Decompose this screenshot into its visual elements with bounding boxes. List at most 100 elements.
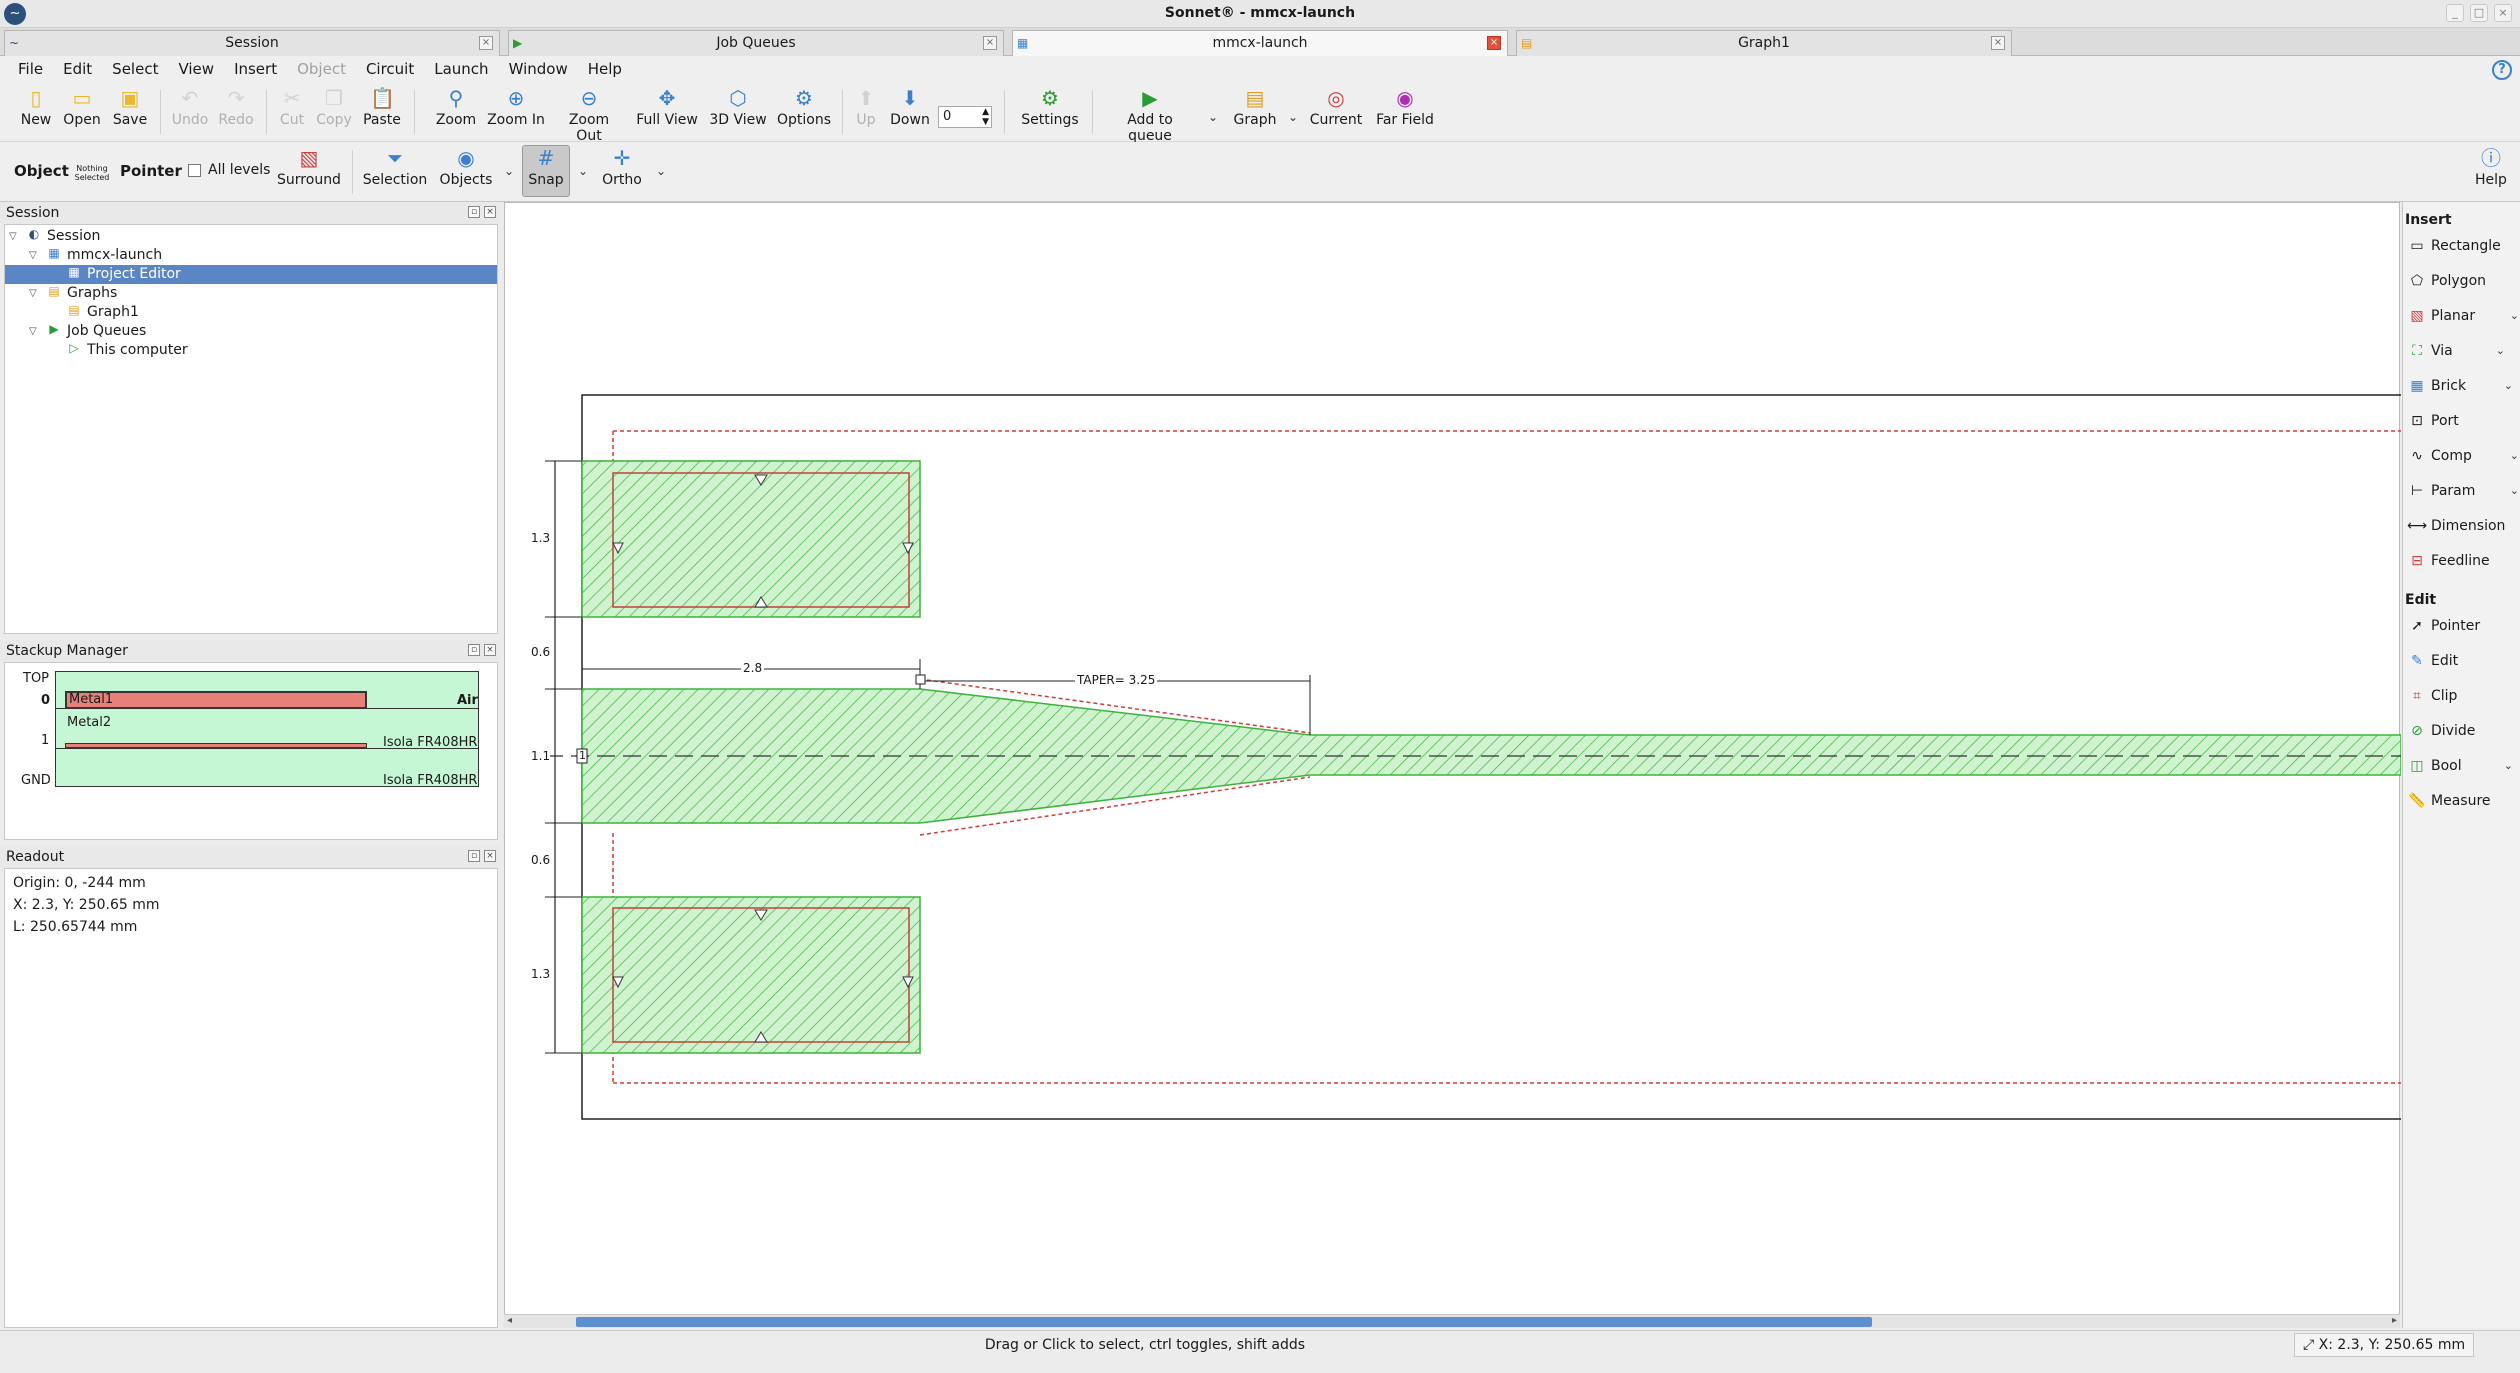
- copy-button[interactable]: ❐ Copy: [314, 86, 354, 128]
- options-button[interactable]: ⚙ Options: [776, 86, 832, 128]
- save-button[interactable]: ▣ Save: [108, 86, 152, 128]
- insert-port-button[interactable]: ⊡ Port: [2407, 407, 2519, 435]
- expand-arrow-icon[interactable]: ▽: [9, 227, 19, 246]
- tree-item-graphs[interactable]: ▽ ▤ Graphs: [5, 284, 497, 303]
- horizontal-scrollbar[interactable]: ◂ ▸: [504, 1314, 2400, 1328]
- ortho-button[interactable]: ✛ Ortho: [596, 146, 648, 188]
- ortho-dropdown-icon[interactable]: ⌄: [656, 164, 666, 178]
- close-icon[interactable]: ×: [2494, 4, 2512, 22]
- tab-close-icon[interactable]: ×: [1991, 36, 2005, 50]
- zoom-in-button[interactable]: ⊕ Zoom In: [486, 86, 546, 128]
- close-panel-icon[interactable]: ×: [484, 206, 496, 218]
- edit-measure-button[interactable]: 📏 Measure: [2407, 787, 2519, 815]
- menu-insert[interactable]: Insert: [224, 60, 287, 78]
- menu-select[interactable]: Select: [102, 60, 168, 78]
- insert-rectangle-button[interactable]: ▭ Rectangle: [2407, 232, 2519, 260]
- menu-help[interactable]: Help: [578, 60, 632, 78]
- maximize-icon[interactable]: □: [2470, 4, 2488, 22]
- menu-launch[interactable]: Launch: [424, 60, 498, 78]
- new-button[interactable]: ▯ New: [14, 86, 58, 128]
- close-panel-icon[interactable]: ×: [484, 644, 496, 656]
- scroll-right-icon[interactable]: ▸: [2392, 1315, 2397, 1326]
- snap-dropdown-icon[interactable]: ⌄: [578, 164, 588, 178]
- undo-button[interactable]: ↶ Undo: [168, 86, 212, 128]
- insert-param-button[interactable]: ⊢ Param ⌄: [2407, 477, 2519, 505]
- menu-edit[interactable]: Edit: [53, 60, 102, 78]
- current-button[interactable]: ◎ Current: [1308, 86, 1364, 128]
- add-to-queue-button[interactable]: ▶ Add to queue: [1104, 86, 1196, 144]
- insert-polygon-button[interactable]: ⬠ Polygon: [2407, 267, 2519, 295]
- layout-canvas[interactable]: 1.3 0.6 1.1 0.6 1.3 2.8 TAPER= 3.25 1: [504, 202, 2401, 1328]
- tab-close-icon[interactable]: ×: [1487, 36, 1501, 50]
- graph-button[interactable]: ▤ Graph: [1230, 86, 1280, 128]
- tree-item-mmcx-launch[interactable]: ▽ ▦ mmcx-launch: [5, 246, 497, 265]
- metal1-layer[interactable]: Metal1: [65, 691, 367, 709]
- surround-button[interactable]: ▧ Surround: [276, 146, 342, 188]
- menu-circuit[interactable]: Circuit: [356, 60, 424, 78]
- float-panel-icon[interactable]: ▫: [468, 206, 480, 218]
- all-levels-checkbox[interactable]: [188, 164, 201, 177]
- 3d-view-button[interactable]: ⬡ 3D View: [708, 86, 768, 128]
- selection-filter-button[interactable]: ⏷ Selection: [360, 146, 430, 188]
- tab-job-queues[interactable]: ▶ Job Queues ×: [508, 30, 1004, 56]
- metal2-layer[interactable]: [65, 743, 367, 748]
- insert-dimension-button[interactable]: ⟷ Dimension: [2407, 512, 2519, 540]
- tab-graph1[interactable]: ▤ Graph1 ×: [1516, 30, 2012, 56]
- insert-feedline-button[interactable]: ⊟ Feedline: [2407, 547, 2519, 575]
- brick-dropdown-icon[interactable]: ⌄: [2504, 372, 2513, 400]
- edit-bool-button[interactable]: ◫ Bool ⌄: [2407, 752, 2519, 780]
- param-dropdown-icon[interactable]: ⌄: [2510, 477, 2519, 505]
- expand-arrow-icon[interactable]: ▽: [29, 246, 39, 265]
- tree-item-project-editor[interactable]: ▦ Project Editor: [5, 265, 497, 284]
- tab-mmcx-launch[interactable]: ▦ mmcx-launch ×: [1012, 30, 1508, 56]
- tree-item-job-queues[interactable]: ▽ ▶ Job Queues: [5, 322, 497, 341]
- graph-dropdown-icon[interactable]: ⌄: [1288, 110, 1298, 124]
- minimize-icon[interactable]: _: [2446, 4, 2464, 22]
- paste-button[interactable]: 📋 Paste: [358, 86, 406, 128]
- help-question-icon[interactable]: ?: [2492, 60, 2512, 80]
- level-spinbox[interactable]: 0 ▲ ▼: [938, 106, 992, 128]
- objects-dropdown-icon[interactable]: ⌄: [504, 164, 514, 178]
- tab-close-icon[interactable]: ×: [983, 36, 997, 50]
- planar-dropdown-icon[interactable]: ⌄: [2510, 302, 2519, 330]
- tree-item-session[interactable]: ▽ ◐ Session: [5, 227, 497, 246]
- menu-object[interactable]: Object: [287, 60, 356, 78]
- insert-comp-button[interactable]: ∿ Comp ⌄: [2407, 442, 2519, 470]
- zoom-button[interactable]: ⚲ Zoom: [434, 86, 478, 128]
- close-panel-icon[interactable]: ×: [484, 850, 496, 862]
- up-button[interactable]: ⬆ Up: [848, 86, 884, 128]
- cut-button[interactable]: ✂ Cut: [272, 86, 312, 128]
- far-field-button[interactable]: ◉ Far Field: [1370, 86, 1440, 128]
- insert-brick-button[interactable]: ▦ Brick ⌄: [2407, 372, 2519, 400]
- expand-arrow-icon[interactable]: ▽: [29, 322, 39, 341]
- tree-item-this-computer[interactable]: ▷ This computer: [5, 341, 497, 360]
- zoom-out-button[interactable]: ⊖ Zoom Out: [554, 86, 624, 144]
- insert-via-button[interactable]: ⛶ Via ⌄: [2407, 337, 2519, 365]
- open-button[interactable]: ▭ Open: [60, 86, 104, 128]
- via-dropdown-icon[interactable]: ⌄: [2496, 337, 2505, 365]
- tab-session[interactable]: ~ Session ×: [4, 30, 500, 56]
- add-to-queue-dropdown-icon[interactable]: ⌄: [1208, 110, 1218, 124]
- snap-toggle-button[interactable]: # Snap: [522, 145, 570, 197]
- edit-divide-button[interactable]: ⊘ Divide: [2407, 717, 2519, 745]
- menu-view[interactable]: View: [168, 60, 224, 78]
- redo-button[interactable]: ↷ Redo: [214, 86, 258, 128]
- tree-item-graph1[interactable]: ▤ Graph1: [5, 303, 497, 322]
- objects-button[interactable]: ◉ Objects: [436, 146, 496, 188]
- edit-edit-button[interactable]: ✎ Edit: [2407, 647, 2519, 675]
- settings-button[interactable]: ⚙ Settings: [1018, 86, 1082, 128]
- spin-arrows-icon[interactable]: ▲ ▼: [982, 107, 989, 127]
- scroll-left-icon[interactable]: ◂: [507, 1315, 512, 1326]
- float-panel-icon[interactable]: ▫: [468, 850, 480, 862]
- help-button[interactable]: ⓘ Help: [2470, 146, 2512, 188]
- menu-file[interactable]: File: [8, 60, 53, 78]
- down-button[interactable]: ⬇ Down: [888, 86, 932, 128]
- insert-planar-button[interactable]: ▧ Planar ⌄: [2407, 302, 2519, 330]
- edit-clip-button[interactable]: ⌗ Clip: [2407, 682, 2519, 710]
- bool-dropdown-icon[interactable]: ⌄: [2504, 752, 2513, 780]
- float-panel-icon[interactable]: ▫: [468, 644, 480, 656]
- comp-dropdown-icon[interactable]: ⌄: [2510, 442, 2519, 470]
- menu-window[interactable]: Window: [499, 60, 578, 78]
- edit-pointer-button[interactable]: ➚ Pointer: [2407, 612, 2519, 640]
- layout-drawing[interactable]: [505, 203, 2401, 1313]
